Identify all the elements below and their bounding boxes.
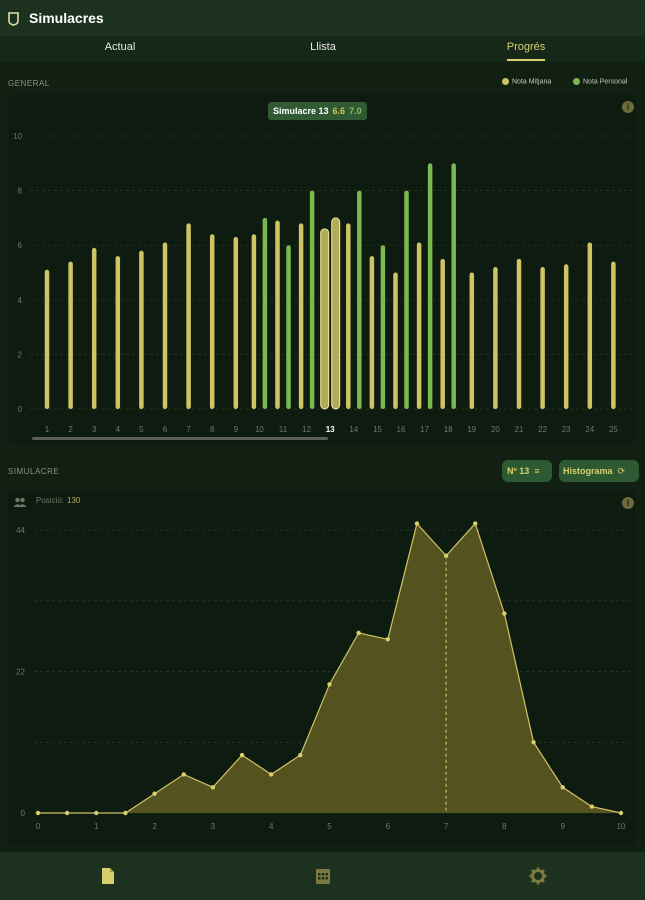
data-point: [123, 810, 128, 816]
document-icon[interactable]: [98, 866, 118, 886]
gear-icon[interactable]: [528, 866, 548, 886]
data-point: [473, 521, 478, 526]
x-tick-label: 0: [36, 822, 41, 831]
data-point: [502, 611, 507, 616]
data-point: [35, 810, 41, 816]
data-point: [356, 630, 361, 636]
data-point: [210, 785, 216, 790]
y-tick-label: 22: [16, 668, 25, 677]
y-tick-label: 44: [16, 526, 25, 535]
data-point: [64, 810, 70, 816]
data-point: [181, 772, 186, 777]
x-tick-label: 8: [502, 822, 507, 831]
area-fill: [38, 523, 621, 813]
bottom-nav: [0, 852, 645, 900]
data-point: [589, 804, 595, 809]
data-point: [414, 521, 420, 526]
x-tick-label: 2: [152, 822, 157, 831]
x-tick-label: 5: [327, 822, 332, 831]
data-point: [298, 752, 303, 758]
data-point: [269, 772, 274, 777]
y-tick-label: 0: [21, 809, 26, 818]
histogram-area-chart: 0 22 44 0 1 2 3 4 5 6 7 8 9 10: [16, 521, 630, 831]
data-point: [152, 791, 157, 796]
data-point: [94, 810, 99, 816]
x-tick-label: 6: [386, 822, 391, 831]
x-tick-label: 3: [211, 822, 216, 831]
data-point: [327, 682, 332, 687]
data-point: [531, 740, 536, 745]
x-tick-label: 1: [94, 822, 99, 831]
data-point: [560, 785, 565, 790]
data-point: [385, 637, 390, 642]
x-tick-label: 10: [617, 822, 626, 831]
x-tick-label: 4: [269, 822, 274, 831]
x-tick-label: 7: [444, 822, 449, 831]
data-point: [239, 752, 245, 758]
data-point: [618, 810, 624, 816]
calendar-icon[interactable]: [313, 866, 333, 886]
x-tick-label: 9: [560, 822, 565, 831]
